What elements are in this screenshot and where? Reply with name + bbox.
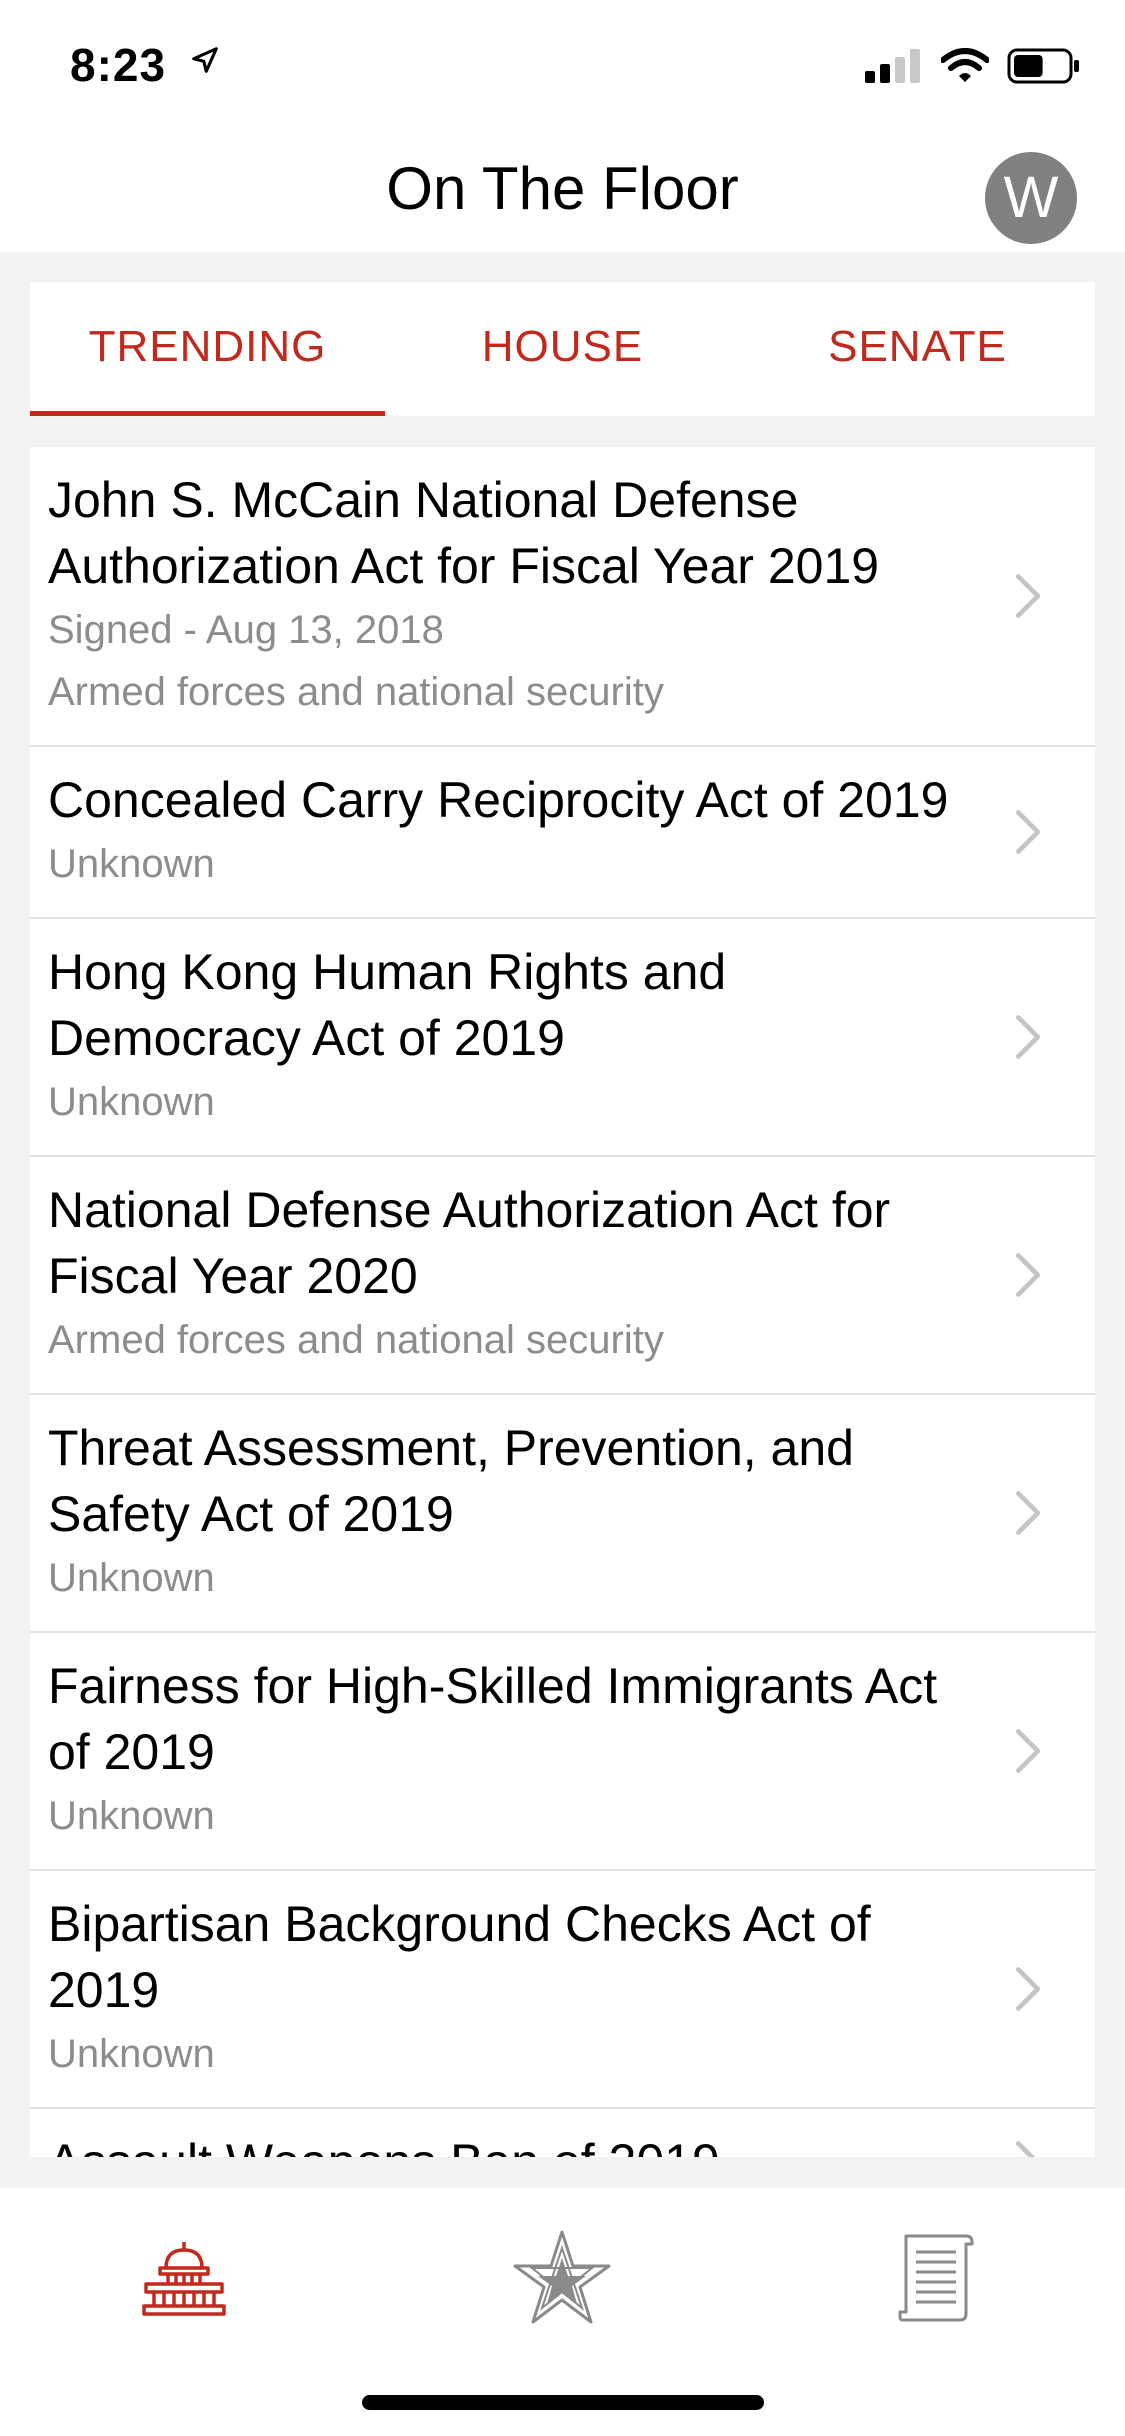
cellular-signal-icon — [865, 49, 920, 83]
clock: 8:23 — [70, 39, 167, 91]
scroll-icon — [898, 2234, 974, 2322]
bill-row[interactable]: Hong Kong Human Rights and Democracy Act… — [30, 919, 1095, 1157]
chevron-right-icon — [1015, 2141, 1036, 2157]
bill-title: Hong Kong Human Rights and Democracy Act… — [48, 944, 727, 1066]
bill-row[interactable]: Concealed Carry Reciprocity Act of 2019 U… — [30, 747, 1095, 919]
bill-row[interactable]: Bipartisan Background Checks Act of 2019… — [30, 1871, 1095, 2109]
segment-tabs: TRENDING HOUSE SENATE — [30, 282, 1095, 416]
bill-row[interactable]: Threat Assessment, Prevention, and Safet… — [30, 1395, 1095, 1633]
location-arrow-icon — [192, 47, 218, 73]
capitol-icon — [142, 2242, 226, 2316]
chevron-right-icon — [1015, 1015, 1041, 1059]
status-icons — [865, 48, 1081, 84]
chevron-right-icon — [1015, 810, 1041, 854]
bill-detail: Unknown — [48, 1556, 215, 1600]
bill-detail: Armed forces and national security — [48, 670, 664, 714]
bill-detail: Unknown — [48, 1794, 215, 1838]
bill-list[interactable]: John S. McCain National Defense Authoriz… — [30, 447, 1095, 2157]
bill-detail: Unknown — [48, 842, 215, 886]
avatar[interactable]: W — [985, 152, 1077, 244]
chevron-right-icon — [1015, 1729, 1041, 1773]
star-icon — [513, 2230, 611, 2324]
bill-title: Bipartisan Background Checks Act of 2019 — [48, 1896, 871, 2018]
chevron-right-icon — [1015, 1253, 1041, 1297]
bill-title: John S. McCain National Defense Authoriz… — [48, 472, 880, 594]
status-time: 8:23 — [70, 38, 220, 92]
bill-detail: Armed forces and national security — [48, 1318, 664, 1362]
battery-icon — [1007, 48, 1079, 84]
bill-detail: Unknown — [48, 2032, 215, 2076]
tabbar-floor[interactable] — [124, 2218, 244, 2338]
bill-row[interactable]: Assault Weapons Ban of 2019 — [30, 2109, 1095, 2157]
bill-detail: Signed - Aug 13, 2018 — [48, 608, 444, 652]
chevron-right-icon — [1015, 1491, 1041, 1535]
tab-trending[interactable]: TRENDING — [30, 282, 385, 416]
bill-title: Fairness for High-Skilled Immigrants Act… — [48, 1658, 938, 1780]
bill-title: National Defense Authorization Act for F… — [48, 1182, 891, 1304]
bill-detail: Unknown — [48, 1080, 215, 1124]
chevron-right-icon — [1015, 1967, 1041, 2011]
app-header: On The Floor W — [0, 132, 1125, 252]
bill-title: Assault Weapons Ban of 2019 — [48, 2129, 985, 2157]
tab-house[interactable]: HOUSE — [385, 282, 740, 416]
bill-title: Threat Assessment, Prevention, and Safet… — [48, 1420, 854, 1542]
bill-row[interactable]: John S. McCain National Defense Authoriz… — [30, 447, 1095, 747]
home-indicator — [362, 2395, 764, 2410]
bill-row[interactable]: National Defense Authorization Act for F… — [30, 1157, 1095, 1395]
wifi-icon — [941, 48, 989, 82]
bill-title: Concealed Carry Reciprocity Act of 2019 — [48, 772, 949, 828]
tabbar-bills[interactable] — [876, 2218, 996, 2338]
bill-row[interactable]: Fairness for High-Skilled Immigrants Act… — [30, 1633, 1095, 1871]
page-title: On The Floor — [386, 155, 739, 222]
tab-senate[interactable]: SENATE — [740, 282, 1095, 416]
chevron-right-icon — [1015, 574, 1041, 618]
tabbar-star[interactable] — [502, 2218, 622, 2338]
status-bar: 8:23 — [0, 0, 1125, 132]
